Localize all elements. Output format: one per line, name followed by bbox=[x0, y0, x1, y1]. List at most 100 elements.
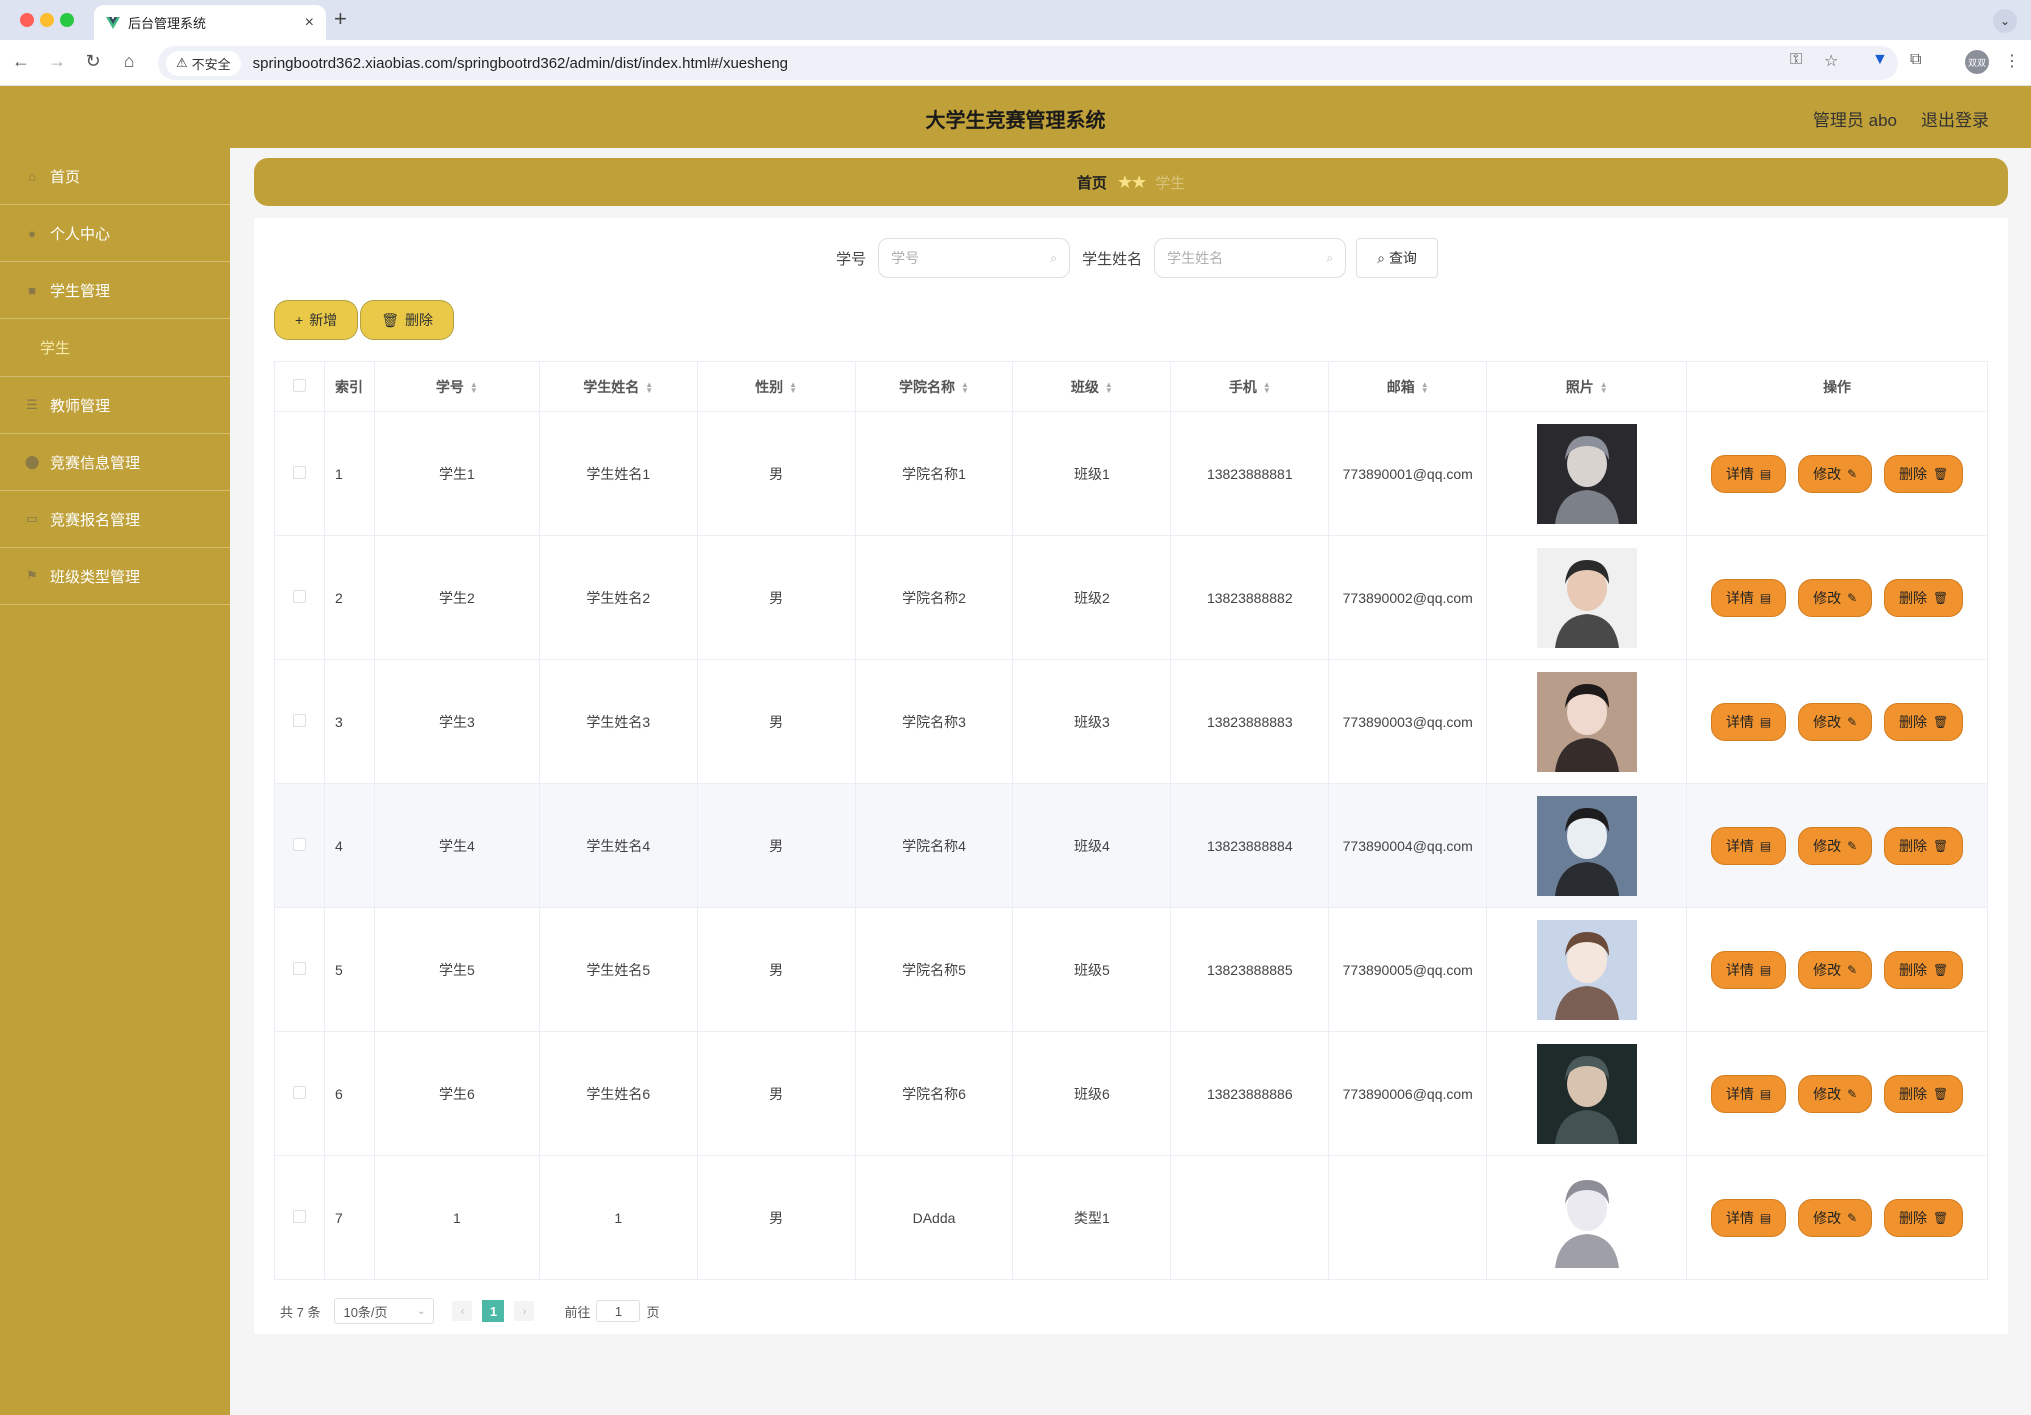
sidebar-item-student-management[interactable]: ■ 学生管理 bbox=[0, 262, 230, 319]
select-all-checkbox[interactable] bbox=[292, 378, 306, 392]
edit-button[interactable]: 修改 ✎ bbox=[1798, 826, 1873, 865]
sort-icon[interactable]: ▲ ▼ bbox=[1600, 380, 1608, 394]
row-checkbox[interactable] bbox=[292, 961, 306, 975]
profile-avatar[interactable]: 双双 bbox=[1965, 50, 1989, 74]
sort-icon[interactable]: ▲ ▼ bbox=[1105, 380, 1113, 394]
detail-button[interactable]: 详情 ▤ bbox=[1710, 826, 1787, 865]
sidebar-item-teacher-management[interactable]: ☰ 教师管理 bbox=[0, 377, 230, 434]
batch-delete-button[interactable]: 🗑︎ 删除 bbox=[360, 300, 454, 340]
header-college[interactable]: 学院名称 ▲ ▼ bbox=[854, 361, 1014, 412]
delete-button[interactable]: 删除 🗑︎ bbox=[1884, 702, 1964, 741]
add-button[interactable]: + 新增 bbox=[274, 300, 359, 340]
more-menu-icon[interactable]: ⋮ bbox=[2004, 51, 2020, 71]
goto-page-input[interactable]: 1 bbox=[596, 1300, 641, 1322]
row-checkbox[interactable] bbox=[292, 1085, 306, 1099]
detail-button[interactable]: 详情 ▤ bbox=[1710, 1074, 1787, 1113]
header-photo[interactable]: 照片 ▲ ▼ bbox=[1486, 361, 1688, 412]
delete-button[interactable]: 删除 🗑︎ bbox=[1884, 578, 1964, 617]
student-photo[interactable] bbox=[1536, 423, 1637, 524]
query-button-label: 查询 bbox=[1388, 250, 1417, 266]
sort-icon[interactable]: ▲ ▼ bbox=[1263, 380, 1271, 394]
header-phone[interactable]: 手机 ▲ ▼ bbox=[1170, 361, 1330, 412]
delete-button[interactable]: 删除 🗑︎ bbox=[1884, 950, 1964, 989]
sidebar-subitem-student[interactable]: 学生 bbox=[0, 319, 230, 377]
sidebar-item-profile[interactable]: ● 个人中心 bbox=[0, 205, 230, 262]
zoom-window-icon[interactable] bbox=[60, 13, 74, 27]
edit-button[interactable]: 修改 ✎ bbox=[1798, 1198, 1873, 1237]
ticket-icon: ▭ bbox=[25, 511, 39, 526]
student-photo[interactable] bbox=[1536, 1043, 1637, 1144]
row-checkbox[interactable] bbox=[292, 1209, 306, 1223]
sort-icon[interactable]: ▲ ▼ bbox=[789, 380, 797, 394]
breadcrumb-home[interactable]: 首页 bbox=[1077, 172, 1107, 193]
edit-button[interactable]: 修改 ✎ bbox=[1798, 702, 1873, 741]
cell-index: 5 bbox=[323, 907, 375, 1032]
cell-college: 学院名称2 bbox=[854, 535, 1014, 660]
table-row: 4 学生4 学生姓名4 男 学院名称4 班级4 13823888884 7738… bbox=[274, 783, 1988, 908]
prev-page-icon[interactable]: ‹ bbox=[452, 1301, 473, 1321]
row-checkbox[interactable] bbox=[292, 465, 306, 479]
sort-icon[interactable]: ▲ ▼ bbox=[961, 380, 969, 394]
student-photo[interactable] bbox=[1536, 795, 1637, 896]
student-photo[interactable] bbox=[1536, 547, 1637, 648]
new-tab-icon[interactable]: + bbox=[334, 6, 347, 32]
bookmark-star-icon[interactable]: ☆ bbox=[1824, 51, 1838, 71]
browser-tab[interactable]: 后台管理系统 × bbox=[94, 5, 326, 40]
reload-icon[interactable]: ↻ bbox=[82, 51, 104, 72]
extension-bird-icon[interactable]: ▼ bbox=[1872, 51, 1888, 69]
next-page-icon[interactable]: › bbox=[514, 1301, 535, 1321]
row-checkbox[interactable] bbox=[292, 713, 306, 727]
student-no-input[interactable]: 学号 ⌕ bbox=[878, 238, 1071, 278]
detail-button[interactable]: 详情 ▤ bbox=[1710, 1198, 1787, 1237]
header-email[interactable]: 邮箱 ▲ ▼ bbox=[1328, 361, 1488, 412]
query-button[interactable]: ⌕ 查询 bbox=[1356, 238, 1438, 278]
sidebar-item-competition-info[interactable]: ⬤ 竞赛信息管理 bbox=[0, 434, 230, 491]
close-window-icon[interactable] bbox=[20, 13, 34, 27]
delete-button[interactable]: 删除 🗑︎ bbox=[1884, 826, 1964, 865]
cell-photo bbox=[1486, 907, 1688, 1032]
header-label: 索引 bbox=[334, 378, 363, 395]
sidebar-item-class-type[interactable]: ⚑ 班级类型管理 bbox=[0, 548, 230, 605]
row-checkbox[interactable] bbox=[292, 837, 306, 851]
header-gender[interactable]: 性别 ▲ ▼ bbox=[696, 361, 856, 412]
security-badge[interactable]: ⚠ 不安全 bbox=[166, 50, 241, 76]
pagination-total: 共 7 条 bbox=[280, 1304, 321, 1320]
sidebar-item-competition-signup[interactable]: ▭ 竞赛报名管理 bbox=[0, 491, 230, 548]
home-nav-icon[interactable]: ⌂ bbox=[118, 51, 140, 72]
logout-link[interactable]: 退出登录 bbox=[1921, 106, 1989, 131]
delete-button[interactable]: 删除 🗑︎ bbox=[1884, 454, 1964, 493]
header-class[interactable]: 班级 ▲ ▼ bbox=[1012, 361, 1172, 412]
minimize-window-icon[interactable] bbox=[40, 13, 54, 27]
header-student-name[interactable]: 学生姓名 ▲ ▼ bbox=[538, 361, 698, 412]
edit-button[interactable]: 修改 ✎ bbox=[1798, 454, 1873, 493]
page-number-current[interactable]: 1 bbox=[482, 1300, 505, 1322]
edit-button[interactable]: 修改 ✎ bbox=[1798, 950, 1873, 989]
student-photo[interactable] bbox=[1536, 1167, 1637, 1268]
sort-icon[interactable]: ▲ ▼ bbox=[470, 380, 478, 394]
sidebar-item-home[interactable]: ⌂ 首页 bbox=[0, 148, 230, 205]
tab-close-icon[interactable]: × bbox=[305, 14, 314, 32]
detail-button[interactable]: 详情 ▤ bbox=[1710, 950, 1787, 989]
student-photo[interactable] bbox=[1536, 671, 1637, 772]
extensions-puzzle-icon[interactable]: ⧉ bbox=[1910, 51, 1921, 69]
detail-button[interactable]: 详情 ▤ bbox=[1710, 454, 1787, 493]
student-name-input[interactable]: 学生姓名 ⌕ bbox=[1154, 238, 1347, 278]
edit-button[interactable]: 修改 ✎ bbox=[1798, 578, 1873, 617]
sort-icon[interactable]: ▲ ▼ bbox=[645, 380, 653, 394]
forward-icon[interactable]: → bbox=[46, 51, 68, 72]
detail-button[interactable]: 详情 ▤ bbox=[1710, 578, 1787, 617]
back-icon[interactable]: ← bbox=[10, 51, 32, 72]
address-bar[interactable]: ⚠ 不安全 springbootrd362.xiaobias.com/sprin… bbox=[158, 46, 1898, 80]
student-photo[interactable] bbox=[1536, 919, 1637, 1020]
cell-index: 7 bbox=[323, 1155, 375, 1280]
header-student-no[interactable]: 学号 ▲ ▼ bbox=[373, 361, 540, 412]
delete-button[interactable]: 删除 🗑︎ bbox=[1884, 1074, 1964, 1113]
sort-icon[interactable]: ▲ ▼ bbox=[1421, 380, 1429, 394]
row-checkbox[interactable] bbox=[292, 589, 306, 603]
key-icon[interactable]: ⚿ bbox=[1790, 51, 1802, 69]
chevron-down-icon[interactable]: ⌄ bbox=[1993, 9, 2017, 33]
edit-button[interactable]: 修改 ✎ bbox=[1798, 1074, 1873, 1113]
page-size-select[interactable]: 10条/页 ⌄ bbox=[334, 1298, 435, 1324]
detail-button[interactable]: 详情 ▤ bbox=[1710, 702, 1787, 741]
delete-button[interactable]: 删除 🗑︎ bbox=[1884, 1198, 1964, 1237]
